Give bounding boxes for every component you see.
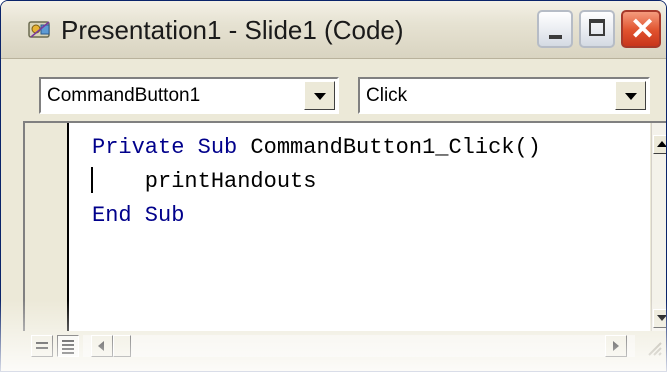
maximize-button[interactable] [579, 10, 615, 48]
procedure-dropdown-value: Click [366, 85, 408, 106]
resize-grip-icon[interactable] [643, 337, 663, 357]
horizontal-scroll-thumb[interactable] [113, 335, 131, 357]
scroll-up-button[interactable] [653, 135, 666, 154]
text-cursor [91, 167, 93, 193]
scroll-left-button[interactable] [91, 335, 113, 357]
procedure-view-button[interactable] [31, 335, 53, 357]
chevron-down-icon[interactable] [304, 81, 335, 110]
vertical-scrollbar[interactable] [651, 123, 666, 331]
margin-indicator-bar[interactable] [25, 123, 69, 331]
code-editor[interactable]: Private Sub CommandButton1_Click() print… [69, 123, 650, 331]
minimize-button[interactable] [537, 10, 573, 48]
window-title: Presentation1 - Slide1 (Code) [61, 15, 404, 45]
object-dropdown-value: CommandButton1 [47, 85, 201, 106]
code-pane: Private Sub CommandButton1_Click() print… [23, 121, 666, 331]
close-button[interactable]: ✕ [621, 10, 661, 48]
title-bar[interactable]: Presentation1 - Slide1 (Code) ✕ [1, 1, 666, 59]
object-dropdown[interactable]: CommandButton1 [39, 77, 339, 114]
code-line-1[interactable]: Private Sub CommandButton1_Click() [92, 135, 541, 160]
procedure-dropdown[interactable]: Click [358, 77, 650, 114]
code-window: Presentation1 - Slide1 (Code) ✕ CommandB… [0, 0, 667, 372]
status-bar [1, 331, 666, 371]
full-module-view-button[interactable] [57, 335, 79, 357]
maximize-icon [589, 19, 605, 36]
scroll-down-button[interactable] [653, 309, 666, 328]
full-module-view-icon [62, 340, 74, 342]
scroll-right-button[interactable] [605, 335, 627, 357]
procedure-view-icon [36, 342, 48, 344]
chevron-down-icon[interactable] [615, 81, 646, 110]
keyword: Private Sub [92, 135, 238, 160]
code-line-2[interactable]: printHandouts [92, 169, 317, 194]
minimize-icon [549, 35, 562, 39]
code-line-3[interactable]: End Sub [92, 203, 184, 228]
procedure-name: CommandButton1_Click() [237, 135, 541, 160]
vba-module-icon [28, 21, 50, 38]
close-icon: ✕ [630, 13, 656, 46]
horizontal-scrollbar[interactable] [83, 335, 635, 357]
